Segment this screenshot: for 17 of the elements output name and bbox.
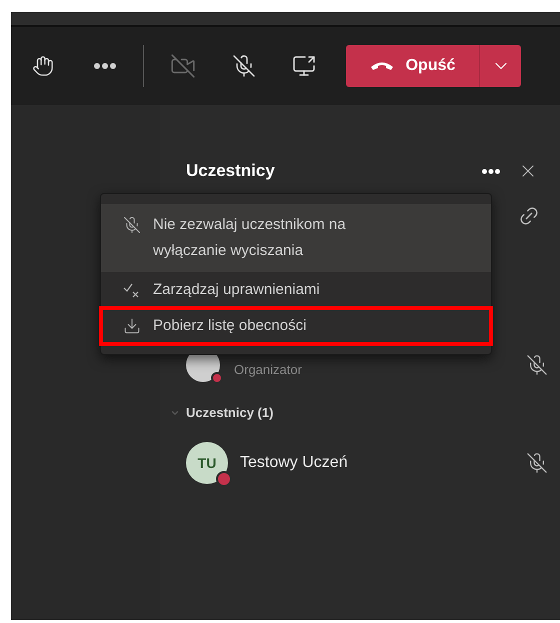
- section-header[interactable]: Uczestnicy (1): [186, 403, 274, 423]
- microphone-status[interactable]: [526, 354, 548, 376]
- menu-item[interactable]: Zarządzaj uprawnieniami: [101, 272, 491, 308]
- participant-name: Testowy Uczeń: [240, 453, 349, 473]
- download-icon: [123, 317, 141, 335]
- more-icon: [94, 63, 116, 69]
- leave-button[interactable]: Opuść: [346, 45, 479, 87]
- menu-item[interactable]: Nie zezwalaj uczestnikom na wyłączanie wyciszania: [101, 204, 491, 272]
- more-icon: [482, 168, 500, 174]
- microphone-icon: [123, 216, 141, 234]
- participant-role: Organizator: [234, 361, 303, 380]
- check-cross-icon: [123, 281, 141, 299]
- menu-item[interactable]: Pobierz listę obecności: [101, 308, 491, 344]
- more-options-button[interactable]: [482, 168, 500, 174]
- panel-title: Uczestnicy: [186, 160, 276, 182]
- hang-up-icon: [370, 61, 394, 71]
- microphone-status[interactable]: [526, 452, 548, 474]
